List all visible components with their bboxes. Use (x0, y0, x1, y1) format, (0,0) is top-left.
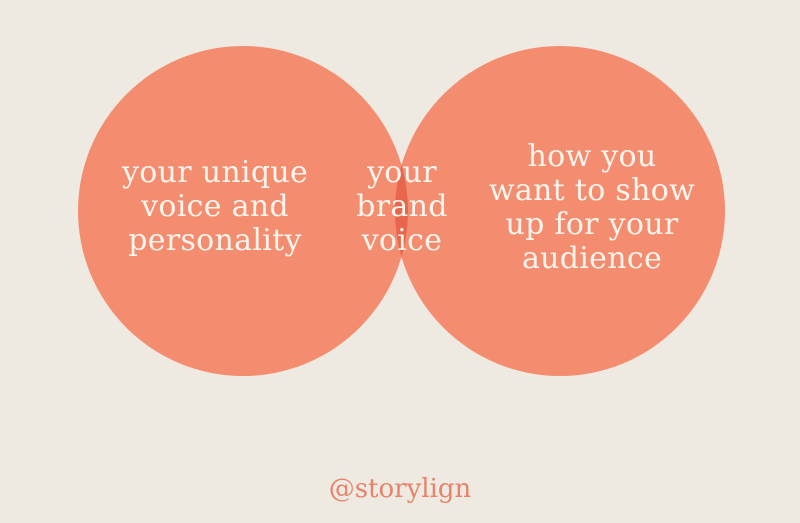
left-set-label: your unique voice and personality (110, 156, 320, 258)
venn-diagram-canvas: your unique voice and personality your b… (0, 0, 800, 523)
left-set-line: voice and (141, 189, 289, 224)
right-set-label: how you want to show up for your audienc… (470, 140, 714, 276)
intersection-line: your (367, 155, 437, 190)
intersection-line: brand (356, 189, 448, 224)
social-handle: @storylign (328, 474, 472, 504)
intersection-line: voice (361, 223, 443, 258)
right-set-line: want to show (488, 173, 696, 208)
intersection-label: your brand voice (336, 156, 468, 258)
right-set-line: up for your (505, 207, 679, 242)
right-set-line: how you (527, 139, 657, 174)
left-set-line: personality (128, 223, 302, 258)
right-set-line: audience (521, 241, 663, 276)
left-set-line: your unique (121, 155, 309, 190)
